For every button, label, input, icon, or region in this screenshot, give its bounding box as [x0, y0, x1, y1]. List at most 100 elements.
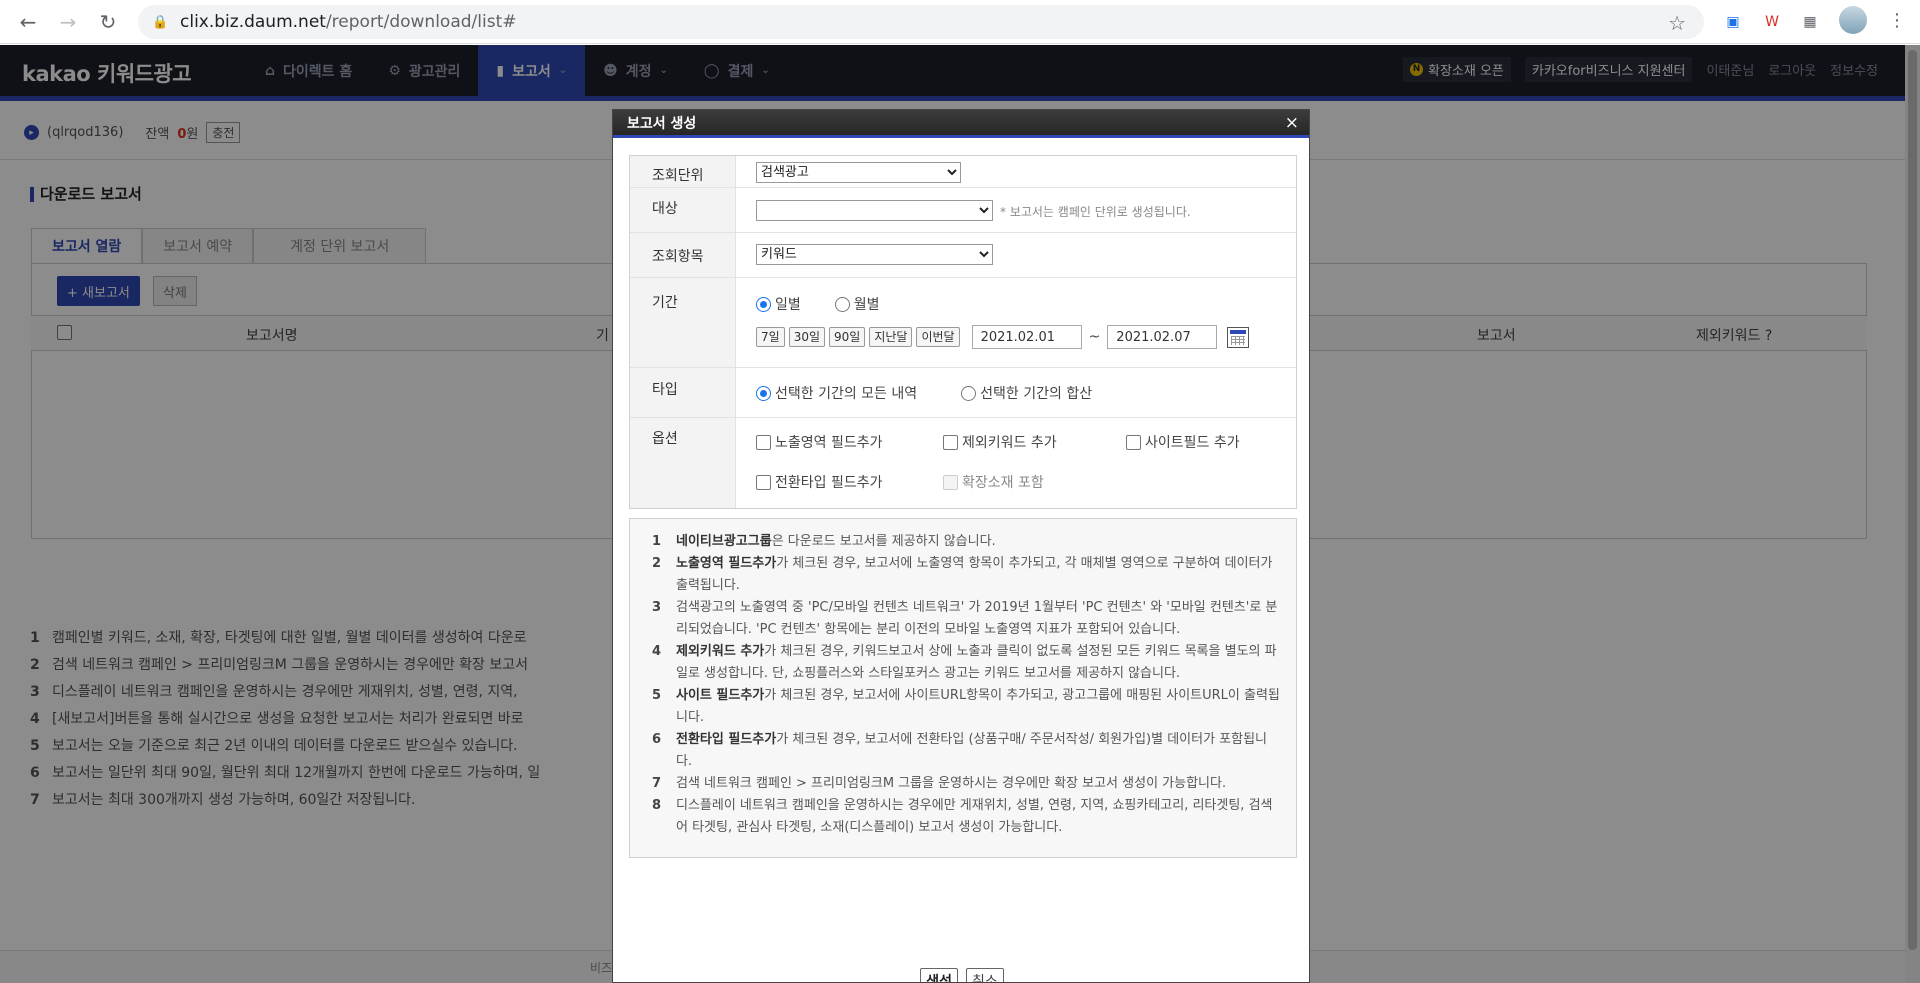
- guide-text: 디스플레이 네트워크 캠페인을 운영하시는 경우에만 게재위치, 성별, 연령,…: [676, 798, 1273, 835]
- type-sum-label: 선택한 기간의 합산: [980, 386, 1093, 402]
- guide-text: 검색광고의 노출영역 중 'PC/모바일 컨텐츠 네트워크' 가 2019년 1…: [676, 600, 1278, 637]
- type-radio-group: 선택한 기간의 모든 내역 선택한 기간의 합산: [756, 383, 1276, 403]
- list-item: 5 사이트 필드추가가 체크된 경우, 보고서에 사이트URL항목이 추가되고, …: [652, 685, 1282, 729]
- preset-90d-button[interactable]: 90일: [829, 327, 866, 347]
- extension-material-label: 확장소재 포함: [962, 475, 1044, 491]
- report-form: 조회단위 검색광고 대상 * 보고서는 캠페인 단위로 생성됩니다. 조회항목 …: [629, 155, 1297, 509]
- type-label: 타입: [630, 368, 736, 417]
- browser-toolbar: ← → ↻ 🔒 clix.biz.daum.net/report/downloa…: [0, 0, 1920, 44]
- guide-bold: 사이트 필드추가: [676, 688, 765, 703]
- type-all-label: 선택한 기간의 모든 내역: [775, 386, 918, 402]
- row-period: 기간 일별 월별 7일 30일 90일 지난달 이번달 2021.02.01 ~…: [630, 278, 1296, 368]
- target-hint: * 보고서는 캠페인 단위로 생성됩니다.: [1000, 205, 1191, 219]
- type-cell: 선택한 기간의 모든 내역 선택한 기간의 합산: [736, 368, 1296, 417]
- guide-text: 은 다운로드 보고서를 제공하지 않습니다.: [771, 534, 996, 549]
- create-report-dialog: 보고서 생성 × 조회단위 검색광고 대상 * 보고서는 캠페인 단위로 생성됩…: [612, 109, 1310, 983]
- option-label: 옵션: [630, 418, 736, 508]
- period-preset-row: 7일 30일 90일 지난달 이번달 2021.02.01 ~ 2021.02.…: [756, 325, 1276, 349]
- item-cell: 키워드: [736, 233, 1296, 277]
- date-from-input[interactable]: 2021.02.01: [971, 325, 1082, 349]
- url-path: /report/download/list#: [325, 12, 517, 32]
- preset-this-month-button[interactable]: 이번달: [916, 327, 960, 347]
- site-field-checkbox[interactable]: [1126, 434, 1141, 450]
- site-field-label: 사이트필드 추가: [1145, 435, 1240, 451]
- extensions-puzzle-icon[interactable]: ▦: [1798, 10, 1822, 34]
- guide-text: 가 체크된 경우, 보고서에 사이트URL항목이 추가되고, 광고그룹에 매핑된…: [676, 688, 1280, 725]
- item-select[interactable]: 키워드: [756, 244, 993, 265]
- item-label: 조회항목: [630, 233, 736, 277]
- back-icon[interactable]: ←: [8, 2, 48, 42]
- guide-text: 가 체크된 경우, 키워드보고서 상에 노출과 클릭이 없도록 설정된 모든 키…: [676, 644, 1277, 681]
- period-cell: 일별 월별 7일 30일 90일 지난달 이번달 2021.02.01 ~ 20…: [736, 278, 1296, 367]
- list-item: 1 네이티브광고그룹은 다운로드 보고서를 제공하지 않습니다.: [652, 531, 1282, 553]
- target-select[interactable]: [756, 200, 993, 221]
- exposure-label: 노출영역 필드추가: [775, 435, 883, 451]
- guide-number: 5: [652, 688, 662, 703]
- type-all-radio[interactable]: [756, 385, 771, 401]
- row-target: 대상 * 보고서는 캠페인 단위로 생성됩니다.: [630, 188, 1296, 233]
- guide-number: 4: [652, 644, 662, 659]
- list-item: 8 디스플레이 네트워크 캠페인을 운영하시는 경우에만 게재위치, 성별, 연령…: [652, 795, 1282, 839]
- guide-bold: 제외키워드 추가: [676, 644, 765, 659]
- extension-translate-icon[interactable]: ▣: [1721, 10, 1745, 34]
- unit-label: 조회단위: [630, 156, 736, 187]
- browser-menu-icon[interactable]: ⋮: [1888, 10, 1906, 31]
- guide-number: 8: [652, 798, 662, 813]
- dialog-footer: 생성 취소: [613, 968, 1309, 982]
- list-item: 6 전환타입 필드추가가 체크된 경우, 보고서에 전환타입 (상품구매/ 주문서…: [652, 729, 1282, 773]
- lock-icon: 🔒: [152, 15, 169, 30]
- list-item: 7 검색 네트워크 캠페인 > 프리미엄링크M 그룹을 운영하시는 경우에만 확장…: [652, 773, 1282, 795]
- guide-number: 2: [652, 556, 662, 571]
- url-host: clix.biz.daum.net: [180, 12, 326, 32]
- forward-icon[interactable]: →: [48, 2, 88, 42]
- guide-text: 검색 네트워크 캠페인 > 프리미엄링크M 그룹을 운영하시는 경우에만 확장 …: [676, 776, 1227, 791]
- date-separator: ~: [1088, 329, 1101, 345]
- close-icon[interactable]: ×: [1285, 113, 1299, 133]
- guide-bold: 노출영역 필드추가: [676, 556, 777, 571]
- guide-bold: 네이티브광고그룹: [676, 534, 772, 549]
- dialog-title: 보고서 생성: [613, 110, 1309, 138]
- excluded-keyword-checkbox[interactable]: [943, 434, 958, 450]
- unit-cell: 검색광고: [736, 156, 1296, 187]
- conversion-type-label: 전환타입 필드추가: [775, 475, 883, 491]
- address-bar[interactable]: 🔒 clix.biz.daum.net/report/download/list…: [138, 5, 1704, 39]
- create-button[interactable]: 생성: [920, 968, 958, 982]
- conversion-type-checkbox[interactable]: [756, 474, 771, 490]
- bookmark-star-icon[interactable]: ☆: [1668, 11, 1686, 35]
- monthly-label: 월별: [853, 297, 880, 313]
- calendar-icon[interactable]: [1227, 326, 1250, 348]
- guide-bold: 전환타입 필드추가: [676, 732, 777, 747]
- unit-select[interactable]: 검색광고: [756, 162, 961, 183]
- excluded-keyword-label: 제외키워드 추가: [962, 435, 1057, 451]
- target-label: 대상: [630, 188, 736, 232]
- cancel-button[interactable]: 취소: [966, 968, 1004, 982]
- daily-label: 일별: [775, 297, 801, 313]
- preset-30d-button[interactable]: 30일: [788, 327, 825, 347]
- row-item: 조회항목 키워드: [630, 233, 1296, 278]
- date-to-input[interactable]: 2021.02.07: [1107, 325, 1218, 349]
- guide-box: 1 네이티브광고그룹은 다운로드 보고서를 제공하지 않습니다. 2 노출영역 필드…: [629, 518, 1297, 858]
- profile-avatar[interactable]: [1839, 6, 1867, 34]
- guide-number: 6: [652, 732, 662, 747]
- row-type: 타입 선택한 기간의 모든 내역 선택한 기간의 합산: [630, 368, 1296, 418]
- preset-last-month-button[interactable]: 지난달: [869, 327, 913, 347]
- monthly-radio[interactable]: [834, 296, 850, 312]
- type-sum-radio[interactable]: [961, 385, 977, 401]
- extension-material-checkbox[interactable]: [943, 474, 958, 490]
- list-item: 4 제외키워드 추가가 체크된 경우, 키워드보고서 상에 노출과 클릭이 없도록…: [652, 641, 1282, 685]
- guide-number: 3: [652, 600, 662, 615]
- extension-w-icon[interactable]: W: [1760, 10, 1784, 34]
- list-item: 2 노출영역 필드추가가 체크된 경우, 보고서에 노출영역 항목이 추가되고, …: [652, 553, 1282, 597]
- period-radio-group: 일별 월별: [756, 294, 1276, 314]
- guide-number: 1: [652, 534, 662, 549]
- reload-icon[interactable]: ↻: [88, 2, 128, 42]
- row-options: 옵션 노출영역 필드추가 제외키워드 추가 사이트필드 추가 전환타입 필드추가…: [630, 418, 1296, 508]
- period-label: 기간: [630, 278, 736, 367]
- daily-radio[interactable]: [756, 296, 771, 312]
- exposure-checkbox[interactable]: [756, 434, 771, 450]
- options-cell: 노출영역 필드추가 제외키워드 추가 사이트필드 추가 전환타입 필드추가 확장…: [736, 418, 1296, 508]
- target-cell: * 보고서는 캠페인 단위로 생성됩니다.: [736, 188, 1296, 232]
- options-row-2: 전환타입 필드추가 확장소재 포함: [756, 472, 1276, 492]
- preset-7d-button[interactable]: 7일: [756, 327, 785, 347]
- row-unit: 조회단위 검색광고: [630, 156, 1296, 188]
